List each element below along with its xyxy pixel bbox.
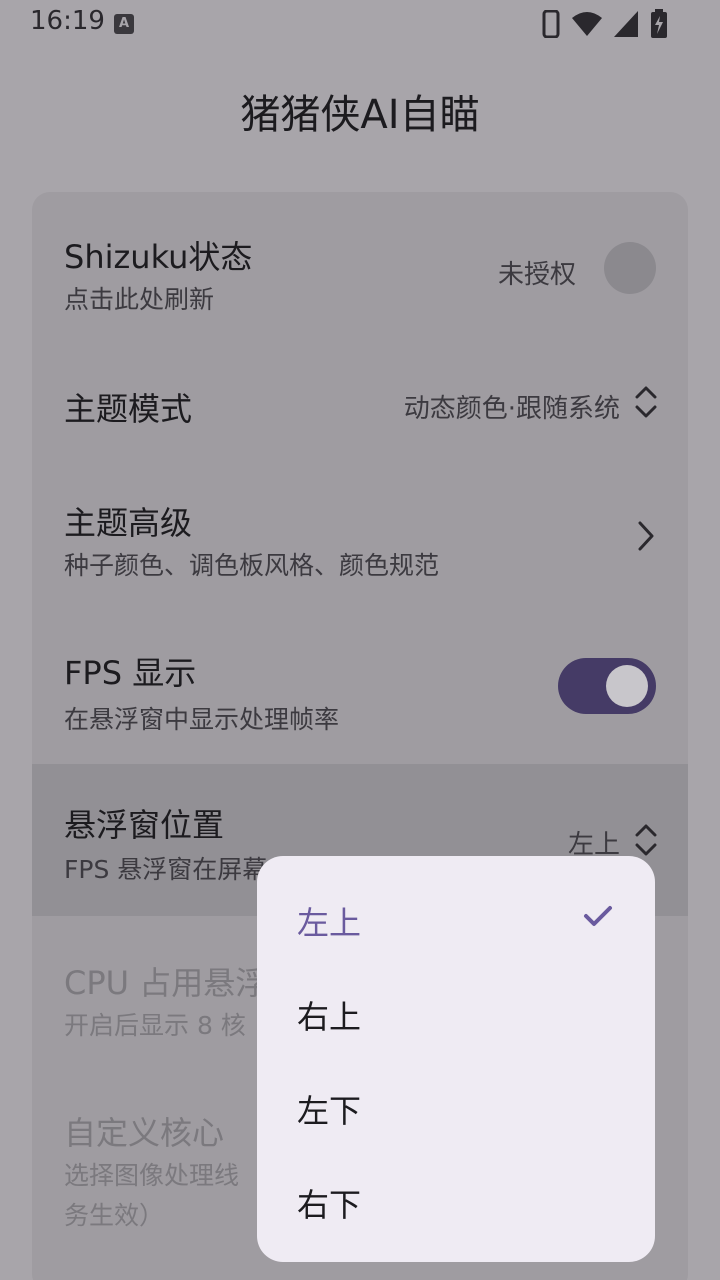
menu-item-label: 右上 xyxy=(297,998,362,1036)
menu-item-top-left[interactable]: 左上 xyxy=(257,856,655,950)
unfold-icon xyxy=(635,824,657,856)
phone-icon xyxy=(542,10,560,38)
chevron-right-icon xyxy=(638,521,654,551)
fps-display-title: FPS 显示 xyxy=(64,654,197,692)
theme-advanced-subtitle: 种子颜色、调色板风格、颜色规范 xyxy=(64,551,440,580)
menu-item-top-right[interactable]: 右上 xyxy=(257,950,655,1044)
menu-item-label: 左下 xyxy=(297,1092,362,1130)
wifi-icon xyxy=(572,12,602,36)
theme-advanced-row[interactable]: 主题高级 种子颜色、调色板风格、颜色规范 xyxy=(32,468,688,618)
overlay-position-title: 悬浮窗位置 xyxy=(64,806,225,844)
notification-icon: A xyxy=(114,14,134,34)
custom-core-subtitle-line2: 务生效） xyxy=(64,1201,165,1230)
unfold-icon xyxy=(635,386,657,418)
position-dropdown-menu: 左上 右上 左下 右下 xyxy=(257,856,655,1262)
status-indicator xyxy=(604,242,656,294)
toggle-knob xyxy=(606,665,648,707)
menu-item-bottom-left[interactable]: 左下 xyxy=(257,1044,655,1138)
check-icon xyxy=(584,906,612,926)
theme-mode-row[interactable]: 主题模式 动态颜色·跟随系统 xyxy=(32,336,688,468)
shizuku-status-row[interactable]: Shizuku状态 点击此处刷新 未授权 xyxy=(32,192,688,336)
page-title: 猪猪侠AI自瞄 xyxy=(240,92,480,138)
theme-mode-value: 动态颜色·跟随系统 xyxy=(403,394,620,424)
fps-display-toggle[interactable] xyxy=(558,658,656,714)
cpu-overlay-subtitle: 开启后显示 8 核 xyxy=(64,1011,246,1040)
battery-charging-icon xyxy=(651,9,667,38)
signal-icon xyxy=(614,11,638,37)
menu-item-label: 左上 xyxy=(297,904,362,942)
shizuku-status-title: Shizuku状态 xyxy=(64,238,253,276)
menu-item-label: 右下 xyxy=(297,1186,362,1224)
theme-mode-title: 主题模式 xyxy=(64,390,193,428)
fps-display-subtitle: 在悬浮窗中显示处理帧率 xyxy=(64,705,340,734)
custom-core-subtitle-line1: 选择图像处理线 xyxy=(64,1161,240,1190)
status-time: 16:19 xyxy=(30,6,105,36)
status-bar: 16:19 A xyxy=(0,0,720,48)
menu-item-bottom-right[interactable]: 右下 xyxy=(257,1138,655,1232)
custom-core-title: 自定义核心 xyxy=(64,1114,225,1152)
shizuku-status-value: 未授权 xyxy=(497,260,576,290)
theme-advanced-title: 主题高级 xyxy=(64,504,193,542)
status-icons xyxy=(542,9,668,39)
shizuku-status-subtitle: 点击此处刷新 xyxy=(64,285,215,314)
